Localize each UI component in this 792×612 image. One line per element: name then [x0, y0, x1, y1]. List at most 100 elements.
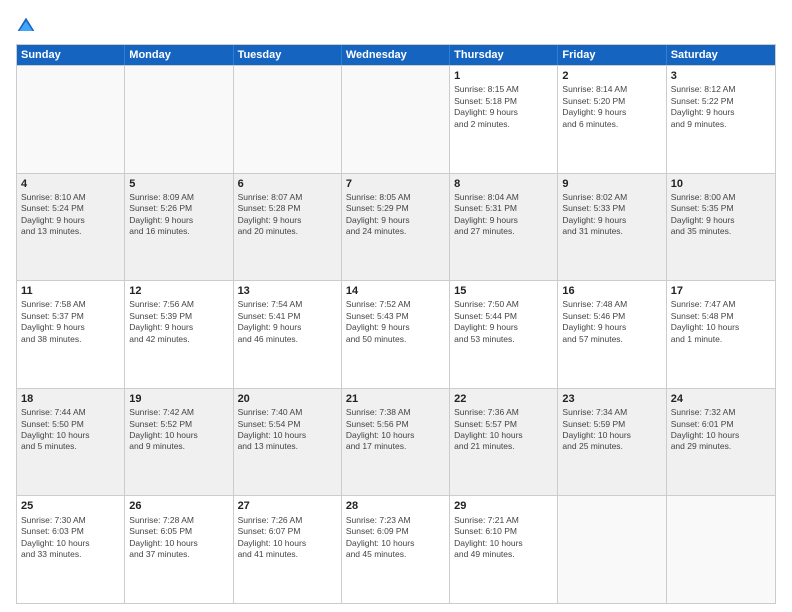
day-number: 7	[346, 177, 445, 191]
cell-info: Sunrise: 7:48 AMSunset: 5:46 PMDaylight:…	[562, 299, 661, 345]
cell-info: Sunrise: 7:26 AMSunset: 6:07 PMDaylight:…	[238, 515, 337, 561]
cell-info: Sunrise: 7:36 AMSunset: 5:57 PMDaylight:…	[454, 407, 553, 453]
day-number: 18	[21, 392, 120, 406]
calendar-cell-4-4: 29 Sunrise: 7:21 AMSunset: 6:10 PMDayligh…	[450, 496, 558, 603]
day-number: 23	[562, 392, 661, 406]
cell-info: Sunrise: 8:09 AMSunset: 5:26 PMDaylight:…	[129, 192, 228, 238]
calendar-cell-2-6: 17Sunrise: 7:47 AMSunset: 5:48 PMDayligh…	[667, 281, 775, 388]
calendar-row-3: 18Sunrise: 7:44 AMSunset: 5:50 PMDayligh…	[17, 388, 775, 496]
cell-info: Sunrise: 8:00 AMSunset: 5:35 PMDaylight:…	[671, 192, 771, 238]
calendar-cell-3-0: 18Sunrise: 7:44 AMSunset: 5:50 PMDayligh…	[17, 389, 125, 496]
calendar-row-4: 25 Sunrise: 7:30 AMSunset: 6:03 PMDayligh…	[17, 495, 775, 603]
weekday-header-monday: Monday	[125, 45, 233, 65]
calendar-cell-0-1	[125, 66, 233, 173]
day-number: 14	[346, 284, 445, 298]
day-number: 11	[21, 284, 120, 298]
calendar-cell-4-6	[667, 496, 775, 603]
calendar-header: SundayMondayTuesdayWednesdayThursdayFrid…	[17, 45, 775, 65]
calendar-body: 1Sunrise: 8:15 AMSunset: 5:18 PMDaylight…	[17, 65, 775, 603]
weekday-header-wednesday: Wednesday	[342, 45, 450, 65]
calendar-cell-0-5: 2Sunrise: 8:14 AMSunset: 5:20 PMDaylight…	[558, 66, 666, 173]
cell-info: Sunrise: 8:10 AMSunset: 5:24 PMDaylight:…	[21, 192, 120, 238]
day-number: 21	[346, 392, 445, 406]
calendar-cell-0-2	[234, 66, 342, 173]
cell-info: Sunrise: 8:15 AMSunset: 5:18 PMDaylight:…	[454, 84, 553, 130]
cell-info: Sunrise: 7:28 AMSunset: 6:05 PMDaylight:…	[129, 515, 228, 561]
calendar-cell-1-6: 10Sunrise: 8:00 AMSunset: 5:35 PMDayligh…	[667, 174, 775, 281]
calendar-cell-4-0: 25 Sunrise: 7:30 AMSunset: 6:03 PMDayligh…	[17, 496, 125, 603]
calendar-cell-4-3: 28Sunrise: 7:23 AMSunset: 6:09 PMDayligh…	[342, 496, 450, 603]
weekday-header-tuesday: Tuesday	[234, 45, 342, 65]
calendar-cell-2-0: 11Sunrise: 7:58 AMSunset: 5:37 PMDayligh…	[17, 281, 125, 388]
calendar-cell-3-6: 24Sunrise: 7:32 AMSunset: 6:01 PMDayligh…	[667, 389, 775, 496]
day-number: 26	[129, 499, 228, 513]
day-number: 6	[238, 177, 337, 191]
cell-info: Sunrise: 7:32 AMSunset: 6:01 PMDaylight:…	[671, 407, 771, 453]
cell-info: Sunrise: 7:54 AMSunset: 5:41 PMDaylight:…	[238, 299, 337, 345]
calendar-cell-0-4: 1Sunrise: 8:15 AMSunset: 5:18 PMDaylight…	[450, 66, 558, 173]
calendar-cell-1-4: 8Sunrise: 8:04 AMSunset: 5:31 PMDaylight…	[450, 174, 558, 281]
calendar-cell-2-4: 15Sunrise: 7:50 AMSunset: 5:44 PMDayligh…	[450, 281, 558, 388]
day-number: 2	[562, 69, 661, 83]
page: SundayMondayTuesdayWednesdayThursdayFrid…	[0, 0, 792, 612]
cell-info: Sunrise: 7:52 AMSunset: 5:43 PMDaylight:…	[346, 299, 445, 345]
day-number: 27	[238, 499, 337, 513]
day-number: 24	[671, 392, 771, 406]
cell-info: Sunrise: 7:42 AMSunset: 5:52 PMDaylight:…	[129, 407, 228, 453]
cell-info: Sunrise: 8:12 AMSunset: 5:22 PMDaylight:…	[671, 84, 771, 130]
day-number: 28	[346, 499, 445, 513]
day-number: 15	[454, 284, 553, 298]
calendar-cell-3-4: 22Sunrise: 7:36 AMSunset: 5:57 PMDayligh…	[450, 389, 558, 496]
calendar-row-2: 11Sunrise: 7:58 AMSunset: 5:37 PMDayligh…	[17, 280, 775, 388]
calendar-cell-3-2: 20Sunrise: 7:40 AMSunset: 5:54 PMDayligh…	[234, 389, 342, 496]
cell-info: Sunrise: 7:34 AMSunset: 5:59 PMDaylight:…	[562, 407, 661, 453]
calendar-cell-4-5	[558, 496, 666, 603]
calendar-cell-0-6: 3Sunrise: 8:12 AMSunset: 5:22 PMDaylight…	[667, 66, 775, 173]
calendar-cell-0-3	[342, 66, 450, 173]
header	[16, 12, 776, 36]
weekday-header-sunday: Sunday	[17, 45, 125, 65]
cell-info: Sunrise: 7:58 AMSunset: 5:37 PMDaylight:…	[21, 299, 120, 345]
cell-info: Sunrise: 7:21 AMSunset: 6:10 PMDaylight:…	[454, 515, 553, 561]
calendar-cell-2-3: 14Sunrise: 7:52 AMSunset: 5:43 PMDayligh…	[342, 281, 450, 388]
calendar-cell-4-1: 26 Sunrise: 7:28 AMSunset: 6:05 PMDayligh…	[125, 496, 233, 603]
weekday-header-saturday: Saturday	[667, 45, 775, 65]
cell-info: Sunrise: 8:07 AMSunset: 5:28 PMDaylight:…	[238, 192, 337, 238]
calendar-cell-2-1: 12Sunrise: 7:56 AMSunset: 5:39 PMDayligh…	[125, 281, 233, 388]
day-number: 3	[671, 69, 771, 83]
calendar-cell-3-1: 19Sunrise: 7:42 AMSunset: 5:52 PMDayligh…	[125, 389, 233, 496]
calendar-cell-3-3: 21Sunrise: 7:38 AMSunset: 5:56 PMDayligh…	[342, 389, 450, 496]
day-number: 29	[454, 499, 553, 513]
day-number: 25	[21, 499, 120, 513]
day-number: 4	[21, 177, 120, 191]
calendar-cell-2-5: 16Sunrise: 7:48 AMSunset: 5:46 PMDayligh…	[558, 281, 666, 388]
calendar-cell-1-1: 5Sunrise: 8:09 AMSunset: 5:26 PMDaylight…	[125, 174, 233, 281]
calendar-cell-4-2: 27 Sunrise: 7:26 AMSunset: 6:07 PMDayligh…	[234, 496, 342, 603]
day-number: 1	[454, 69, 553, 83]
cell-info: Sunrise: 8:02 AMSunset: 5:33 PMDaylight:…	[562, 192, 661, 238]
weekday-header-friday: Friday	[558, 45, 666, 65]
cell-info: Sunrise: 7:40 AMSunset: 5:54 PMDaylight:…	[238, 407, 337, 453]
calendar: SundayMondayTuesdayWednesdayThursdayFrid…	[16, 44, 776, 604]
cell-info: Sunrise: 7:30 AMSunset: 6:03 PMDaylight:…	[21, 515, 120, 561]
calendar-cell-2-2: 13Sunrise: 7:54 AMSunset: 5:41 PMDayligh…	[234, 281, 342, 388]
logo	[16, 16, 38, 36]
day-number: 17	[671, 284, 771, 298]
calendar-cell-1-0: 4Sunrise: 8:10 AMSunset: 5:24 PMDaylight…	[17, 174, 125, 281]
day-number: 16	[562, 284, 661, 298]
weekday-header-thursday: Thursday	[450, 45, 558, 65]
day-number: 5	[129, 177, 228, 191]
day-number: 9	[562, 177, 661, 191]
cell-info: Sunrise: 7:44 AMSunset: 5:50 PMDaylight:…	[21, 407, 120, 453]
calendar-row-1: 4Sunrise: 8:10 AMSunset: 5:24 PMDaylight…	[17, 173, 775, 281]
cell-info: Sunrise: 8:05 AMSunset: 5:29 PMDaylight:…	[346, 192, 445, 238]
cell-info: Sunrise: 7:56 AMSunset: 5:39 PMDaylight:…	[129, 299, 228, 345]
cell-info: Sunrise: 7:38 AMSunset: 5:56 PMDaylight:…	[346, 407, 445, 453]
calendar-cell-1-3: 7Sunrise: 8:05 AMSunset: 5:29 PMDaylight…	[342, 174, 450, 281]
day-number: 10	[671, 177, 771, 191]
calendar-row-0: 1Sunrise: 8:15 AMSunset: 5:18 PMDaylight…	[17, 65, 775, 173]
day-number: 13	[238, 284, 337, 298]
day-number: 20	[238, 392, 337, 406]
day-number: 8	[454, 177, 553, 191]
calendar-cell-1-5: 9Sunrise: 8:02 AMSunset: 5:33 PMDaylight…	[558, 174, 666, 281]
